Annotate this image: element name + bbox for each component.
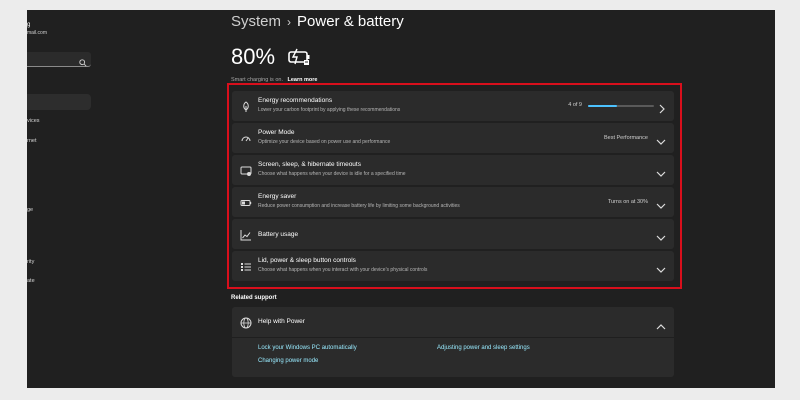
search-input[interactable] (27, 52, 91, 67)
recommendations-count: 4 of 9 (568, 102, 582, 108)
breadcrumb: System › Power & battery (231, 13, 404, 30)
learn-more-link[interactable]: Learn more (288, 77, 318, 83)
battery-percentage: 80% (231, 44, 276, 69)
row-title: Screen, sleep, & hibernate timeouts (258, 161, 361, 168)
page-title: Power & battery (297, 13, 404, 30)
row-title: Battery usage (258, 231, 299, 238)
breadcrumb-separator: › (287, 15, 292, 29)
recommendations-progress (588, 105, 654, 107)
power-mode-row[interactable]: Power Mode Optimize your device based on… (232, 123, 674, 153)
chevron-down-icon (656, 261, 666, 279)
chevron-down-icon (656, 133, 666, 151)
energy-saver-icon (240, 196, 252, 208)
row-title: Energy saver (258, 193, 297, 200)
sidebar: g mail.com vices rnet ge rity ate (27, 10, 127, 388)
chevron-down-icon (656, 229, 666, 247)
lid-power-row[interactable]: Lid, power & sleep button controls Choos… (232, 251, 674, 281)
related-support-heading: Related support (231, 295, 277, 301)
chevron-down-icon (656, 165, 666, 183)
battery-charging-icon (287, 48, 313, 71)
sidebar-item-language[interactable]: ge (27, 207, 33, 213)
smart-charging-status: Smart charging is on. Learn more (231, 77, 317, 83)
help-with-power-title[interactable]: Help with Power (258, 318, 305, 325)
screen-sleep-row[interactable]: Screen, sleep, & hibernate timeouts Choo… (232, 155, 674, 185)
user-name: g (27, 22, 31, 28)
breadcrumb-system[interactable]: System (231, 13, 281, 30)
user-email: mail.com (27, 30, 48, 36)
sidebar-item-devices[interactable]: vices (27, 118, 40, 124)
power-settings-list: Energy recommendations Lower your carbon… (232, 91, 674, 283)
row-description: Choose what happens when your device is … (258, 171, 406, 177)
sidebar-item-security[interactable]: rity (27, 259, 34, 265)
chevron-up-icon[interactable] (656, 318, 666, 336)
globe-icon (240, 316, 252, 334)
row-description: Reduce power consumption and increase ba… (258, 203, 460, 209)
sidebar-item-system[interactable] (27, 94, 91, 110)
smart-charging-text: Smart charging is on. (231, 77, 283, 83)
lid-power-icon (240, 260, 252, 272)
row-title: Power Mode (258, 129, 295, 136)
power-mode-icon (240, 132, 252, 144)
progress-fill (588, 105, 618, 107)
battery-usage-icon (240, 228, 252, 241)
leaf-icon (240, 100, 252, 112)
row-description: Optimize your device based on power use … (258, 139, 391, 145)
energy-recommendations-row[interactable]: Energy recommendations Lower your carbon… (232, 91, 674, 121)
power-mode-dropdown[interactable]: Best Performance (604, 135, 648, 141)
row-description: Lower your carbon footprint by applying … (258, 107, 401, 113)
row-description: Choose what happens when you interact wi… (258, 267, 428, 273)
help-with-power-card: Help with Power Lock your Windows PC aut… (232, 307, 674, 377)
energy-saver-row[interactable]: Energy saver Reduce power consumption an… (232, 187, 674, 217)
screen-sleep-icon (240, 164, 252, 176)
battery-usage-row[interactable]: Battery usage (232, 219, 674, 249)
row-title: Lid, power & sleep button controls (258, 257, 356, 264)
sidebar-item-network[interactable]: rnet (27, 138, 36, 144)
chevron-right-icon (658, 101, 666, 119)
link-changing-power-mode[interactable]: Changing power mode (258, 358, 318, 364)
energy-saver-status: Turns on at 30% (607, 199, 648, 205)
chevron-down-icon (656, 197, 666, 215)
link-lock-pc[interactable]: Lock your Windows PC automatically (258, 345, 357, 351)
divider (232, 337, 674, 338)
sidebar-item-update[interactable]: ate (27, 278, 35, 284)
search-icon (79, 54, 87, 72)
settings-window: g mail.com vices rnet ge rity ate System… (27, 10, 775, 388)
row-title: Energy recommendations (258, 97, 333, 104)
link-adjust-power-sleep[interactable]: Adjusting power and sleep settings (437, 345, 530, 351)
